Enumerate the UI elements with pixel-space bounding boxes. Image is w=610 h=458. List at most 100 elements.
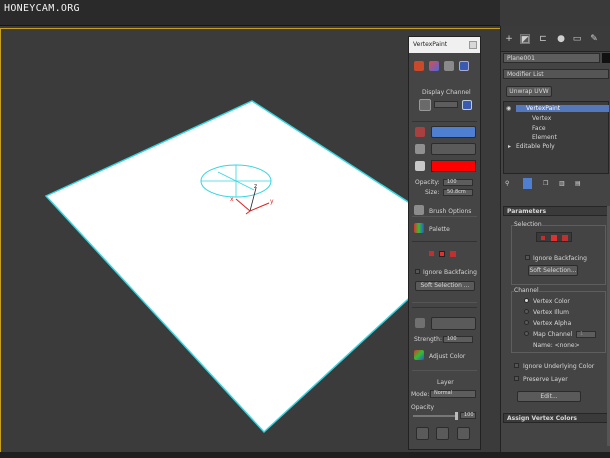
paint-color-swatch[interactable]: [431, 160, 476, 172]
radio-vertex-alpha[interactable]: [524, 320, 529, 325]
preserve-layer-label: Preserve Layer: [523, 376, 568, 383]
layer-label: Layer: [437, 379, 454, 386]
ignore-backfacing-checkbox[interactable]: [415, 269, 420, 274]
vertexpaint-title: VertexPaint: [413, 41, 448, 48]
create-tab-icon[interactable]: +: [504, 34, 514, 44]
mode-dropdown[interactable]: Normal: [430, 390, 476, 398]
cube-icon: [419, 99, 431, 111]
remove-modifier-icon[interactable]: ▥: [559, 180, 565, 187]
new-layer-icon[interactable]: [416, 427, 429, 440]
svg-text:z: z: [254, 183, 257, 190]
radio-map-channel[interactable]: [524, 331, 529, 336]
expand-arrow-icon[interactable]: ▸: [508, 143, 511, 150]
stack-item-vertex[interactable]: Vertex: [532, 115, 551, 122]
strength-spinner[interactable]: 100: [443, 336, 473, 343]
vertexpaint-panel[interactable]: VertexPaint Display Channel Opacity: 100…: [408, 36, 481, 450]
eye-icon[interactable]: ◉: [506, 105, 511, 112]
unshaded-display-icon[interactable]: [444, 61, 454, 71]
soft-selection-button[interactable]: Soft Selection...: [528, 265, 578, 276]
brush-options-label[interactable]: Brush Options: [429, 208, 471, 215]
ignore-backfacing-checkbox[interactable]: [525, 255, 530, 260]
channel-vertex-alpha-label: Vertex Alpha: [533, 320, 572, 327]
brush-options-icon[interactable]: [414, 205, 424, 215]
edit-button[interactable]: Edit...: [517, 391, 581, 402]
soft-selection-button[interactable]: Soft Selection ...: [415, 281, 475, 291]
unwrap-uvw-button[interactable]: Unwrap UVW: [506, 86, 552, 97]
radio-vertex-illum[interactable]: [524, 309, 529, 314]
paint-brush-icon[interactable]: [415, 127, 425, 137]
stack-item-face[interactable]: Face: [532, 125, 546, 132]
shaded-display-icon[interactable]: [429, 61, 439, 71]
channel-number-icon[interactable]: [462, 100, 472, 110]
adjust-color-icon[interactable]: [414, 350, 424, 360]
vertex-color-display-icon[interactable]: [414, 61, 424, 71]
layer-opacity-handle[interactable]: [455, 412, 458, 420]
channel-group-title: Channel: [514, 287, 539, 294]
adjust-color-label[interactable]: Adjust Color: [429, 353, 465, 360]
stack-item-element[interactable]: Element: [532, 134, 557, 141]
modifier-stack[interactable]: ◉ VertexPaint Vertex Face Element ▸ Edit…: [503, 101, 609, 174]
assign-vertex-colors-rollout[interactable]: Assign Vertex Colors: [503, 413, 609, 423]
paint-button[interactable]: [431, 126, 476, 138]
status-bar: [0, 452, 610, 458]
make-unique-icon[interactable]: ❐: [543, 180, 548, 187]
palette-icon[interactable]: [414, 223, 424, 233]
layer-options-icon[interactable]: [457, 427, 470, 440]
close-icon[interactable]: [469, 41, 477, 49]
erase-icon[interactable]: [415, 144, 425, 154]
modify-tab-icon[interactable]: ◩: [520, 34, 530, 45]
ignore-backfacing-label: Ignore Backfacing: [423, 269, 477, 276]
configure-sets-icon[interactable]: ▤: [575, 180, 581, 187]
ignore-underlying-label: Ignore Underlying Color: [523, 363, 595, 370]
size-label: Size:: [425, 189, 440, 196]
opacity-label: Opacity:: [415, 179, 440, 186]
color-picker-icon[interactable]: [415, 161, 425, 171]
layer-opacity-slider[interactable]: [413, 415, 457, 417]
blur-brush-button[interactable]: [431, 317, 476, 330]
stack-item-vertexpaint[interactable]: VertexPaint: [526, 105, 560, 112]
motion-tab-icon[interactable]: ●: [556, 34, 566, 44]
preserve-layer-checkbox[interactable]: [514, 376, 519, 381]
svg-text:y: y: [270, 198, 274, 205]
display-channel-spinner[interactable]: [434, 101, 458, 108]
utilities-tab-icon[interactable]: ✎: [589, 34, 599, 44]
stack-toolbar: ⚲ ❐ ▥ ▤: [503, 178, 609, 192]
radio-vertex-color[interactable]: [524, 298, 529, 303]
object-name-field[interactable]: Plane001: [503, 53, 600, 63]
palette-label[interactable]: Palette: [429, 226, 450, 233]
selection-mode-icons[interactable]: [429, 249, 459, 258]
show-end-result-icon[interactable]: [523, 178, 532, 189]
ignore-underlying-checkbox[interactable]: [514, 363, 519, 368]
brush-gizmo: [200, 164, 272, 198]
size-spinner[interactable]: 50.8cm: [443, 189, 473, 196]
channel-vertex-illum-label: Vertex Illum: [533, 309, 569, 316]
channel-map-channel-label: Map Channel: [533, 331, 573, 338]
strength-label: Strength:: [414, 336, 442, 343]
command-panel[interactable]: + ◩ ⊏ ● ▭ ✎ Plane001 Modifier List Unwra…: [500, 26, 610, 452]
object-color-swatch[interactable]: [602, 53, 610, 63]
pin-stack-icon[interactable]: ⚲: [505, 180, 509, 187]
vertexpaint-title-bar[interactable]: VertexPaint: [409, 37, 480, 53]
modifier-list-dropdown[interactable]: Modifier List: [503, 69, 609, 79]
plane-mesh[interactable]: [44, 100, 472, 434]
display-tab-icon[interactable]: ▭: [572, 34, 582, 44]
opacity-spinner[interactable]: 100: [443, 179, 473, 186]
erase-button[interactable]: [431, 143, 476, 155]
selection-group-title: Selection: [514, 221, 542, 228]
ignore-backfacing-label: Ignore Backfacing: [533, 255, 587, 262]
blur-drop-icon[interactable]: [415, 318, 425, 328]
channel-display-icon[interactable]: [459, 61, 469, 71]
layer-opacity-label: Opacity: [411, 404, 435, 411]
display-channel-label: Display Channel: [422, 89, 471, 96]
selection-mode-icons[interactable]: [536, 232, 572, 242]
condense-layer-icon[interactable]: [436, 427, 449, 440]
layer-opacity-spinner[interactable]: 100: [460, 412, 476, 419]
stack-item-editable-poly[interactable]: Editable Poly: [516, 143, 555, 150]
command-panel-tabs: + ◩ ⊏ ● ▭ ✎: [501, 26, 610, 52]
mode-label: Mode:: [411, 391, 430, 398]
parameters-rollout[interactable]: Parameters: [503, 206, 609, 216]
svg-text:x: x: [230, 196, 234, 203]
channel-vertex-color-label: Vertex Color: [533, 298, 570, 305]
hierarchy-tab-icon[interactable]: ⊏: [538, 34, 548, 44]
map-channel-spinner[interactable]: 1: [576, 331, 596, 338]
